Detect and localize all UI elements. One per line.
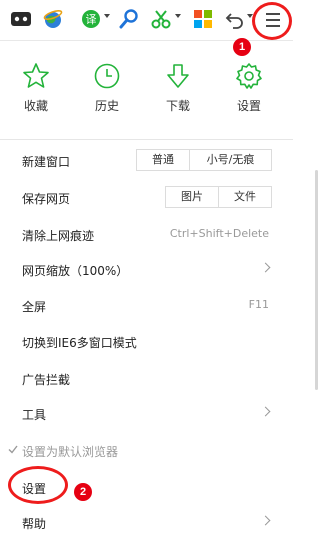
download-arrow-icon	[167, 64, 189, 88]
fullscreen-shortcut: F11	[248, 298, 269, 311]
default-browser-label: 设置为默认浏览器	[22, 445, 119, 459]
menu-item-ad-block[interactable]: 广告拦截	[0, 362, 285, 394]
help-label: 帮助	[22, 517, 47, 531]
annotation-badge-2: 2	[74, 483, 92, 501]
menu-item-zoom[interactable]: 网页缩放（100%）	[0, 253, 285, 285]
gear-icon	[236, 63, 262, 89]
menu-item-new-window: 新建窗口 普通 小号/无痕	[0, 144, 285, 176]
main-menu-button[interactable]	[252, 0, 293, 40]
svg-text:译: 译	[86, 13, 97, 26]
tools-label: 工具	[22, 408, 47, 422]
save-page-image-button[interactable]: 图片	[166, 187, 218, 207]
quick-favorites-label: 收藏	[23, 99, 48, 113]
translate-icon[interactable]: 译	[80, 8, 102, 30]
chevron-right-icon	[260, 406, 271, 417]
menu-item-ie6-mode[interactable]: 切换到IE6多窗口模式	[0, 325, 285, 357]
ie6-mode-label: 切换到IE6多窗口模式	[22, 336, 137, 350]
new-window-private-button[interactable]: 小号/无痕	[189, 150, 271, 170]
menu-item-save-page: 保存网页 图片 文件	[0, 181, 285, 213]
scissors-icon[interactable]	[150, 8, 172, 30]
chevron-down-icon[interactable]	[175, 14, 181, 18]
apps-grid-icon[interactable]	[192, 8, 214, 30]
search-icon[interactable]	[118, 8, 140, 30]
settings-label: 设置	[22, 482, 47, 496]
zoom-label: 网页缩放（100%）	[22, 264, 129, 278]
menu-item-settings[interactable]: 设置	[0, 471, 285, 503]
quick-downloads-label: 下载	[165, 99, 190, 113]
quick-downloads-button[interactable]: 下载	[148, 62, 208, 118]
quick-settings-button[interactable]: 设置	[219, 62, 279, 118]
new-window-normal-button[interactable]: 普通	[137, 150, 189, 170]
quick-favorites-button[interactable]: 收藏	[6, 62, 66, 118]
game-controller-icon[interactable]	[10, 8, 32, 30]
star-icon	[23, 63, 49, 88]
chevron-right-icon	[260, 515, 271, 526]
chevron-right-icon	[260, 262, 271, 273]
menu-scrollbar[interactable]	[315, 170, 318, 390]
checkmark-icon	[8, 445, 18, 454]
save-page-label: 保存网页	[22, 192, 71, 206]
undo-icon[interactable]	[224, 8, 246, 30]
clear-history-shortcut: Ctrl+Shift+Delete	[169, 227, 269, 240]
clock-icon	[94, 63, 120, 89]
chevron-down-icon[interactable]	[104, 14, 110, 18]
save-page-file-button[interactable]: 文件	[218, 187, 271, 207]
new-window-label: 新建窗口	[22, 155, 71, 169]
quick-history-label: 历史	[94, 99, 119, 113]
hamburger-menu-icon	[266, 13, 280, 27]
quick-settings-label: 设置	[236, 99, 261, 113]
menu-item-clear-history[interactable]: 清除上网痕迹 Ctrl+Shift+Delete	[0, 218, 285, 250]
save-page-options: 图片 文件	[165, 186, 272, 208]
quick-history-button[interactable]: 历史	[77, 62, 137, 118]
globe-icon[interactable]	[42, 8, 64, 30]
menu-divider	[0, 139, 293, 140]
annotation-badge-1: 1	[233, 38, 251, 56]
fullscreen-label: 全屏	[22, 300, 47, 314]
new-window-options: 普通 小号/无痕	[136, 149, 272, 171]
clear-history-label: 清除上网痕迹	[22, 229, 95, 243]
menu-item-fullscreen[interactable]: 全屏 F11	[0, 289, 285, 321]
menu-item-help[interactable]: 帮助	[0, 506, 285, 538]
menu-item-default-browser[interactable]: 设置为默认浏览器	[0, 434, 285, 466]
browser-toolbar: 译	[0, 0, 293, 40]
menu-item-tools[interactable]: 工具	[0, 397, 285, 429]
ad-block-label: 广告拦截	[22, 373, 71, 387]
